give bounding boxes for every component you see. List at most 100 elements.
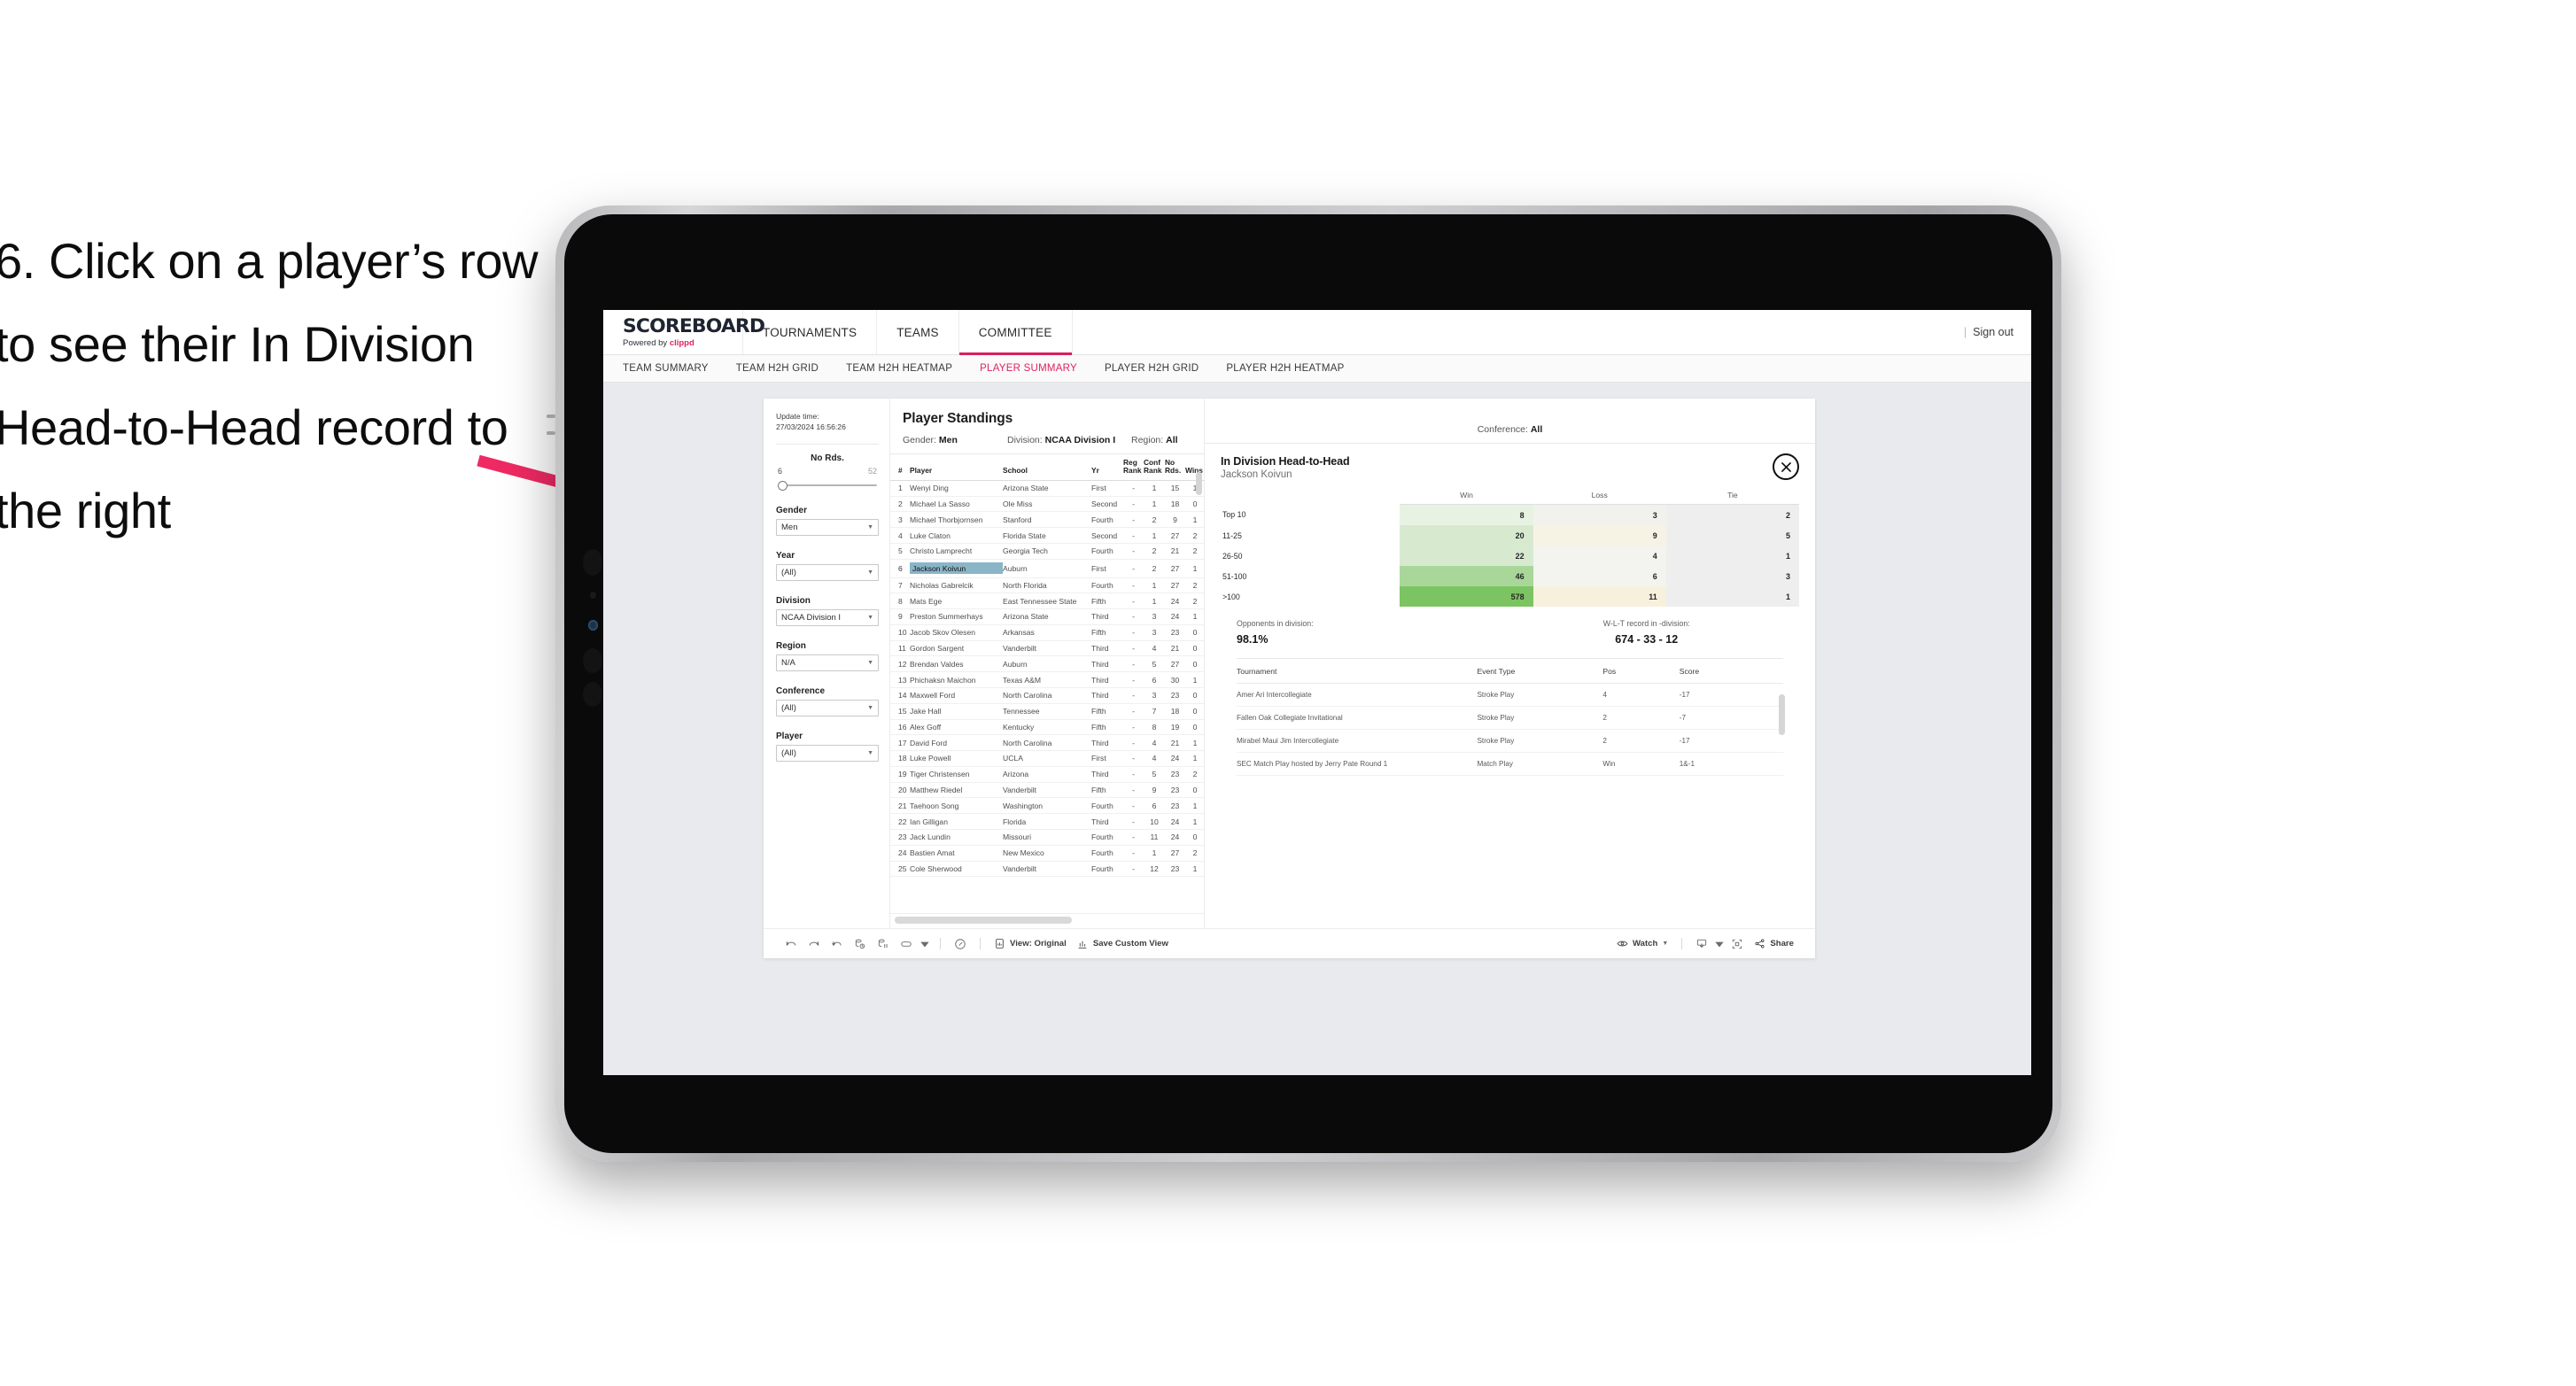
cell-conf-rank: 3 [1144, 624, 1165, 641]
cell-no-rds: 19 [1165, 719, 1185, 736]
dropdown-caret-icon[interactable] [918, 938, 932, 950]
pause-icon[interactable] [872, 938, 895, 950]
cell-no-rds: 9 [1165, 511, 1185, 529]
tournament-row[interactable]: Fallen Oak Collegiate Invitational Stroke… [1237, 706, 1783, 731]
col-no-rds[interactable]: No Rds. [1165, 454, 1185, 481]
filter-year: Year (All) ▼ [776, 551, 879, 581]
nav-item-tournaments[interactable]: TOURNAMENTS [743, 310, 878, 354]
rounds-slider[interactable] [778, 480, 877, 491]
col-tournament[interactable]: Tournament [1237, 659, 1478, 684]
table-row[interactable]: 13 Phichaksn Maichon Texas A&M Third -6 30 1 [890, 671, 1205, 688]
table-row[interactable]: 16 Alex Goff Kentucky Fifth -8 19 0 [890, 719, 1205, 736]
cell-conf-rank: 2 [1144, 559, 1165, 578]
col-rank[interactable]: # [890, 454, 910, 481]
table-row[interactable]: 14 Maxwell Ford North Carolina Third -3 23 0 [890, 687, 1205, 704]
tournament-row[interactable]: Amer Ari Intercollegiate Stroke Play 4 -17 [1237, 683, 1783, 708]
table-row[interactable]: 3 Michael Thorbjornsen Stanford Fourth -2 9 1 [890, 511, 1205, 529]
table-row[interactable]: 9 Preston Summerhays Arizona State Third -3 2… [890, 608, 1205, 625]
col-player[interactable]: Player [910, 454, 1003, 481]
table-row[interactable]: 12 Brendan Valdes Auburn Third -5 27 0 [890, 655, 1205, 673]
sign-out-link[interactable]: Sign out [1973, 326, 2013, 338]
tournament-vertical-scrollbar[interactable] [1779, 694, 1785, 735]
filter-player-select[interactable]: (All) ▼ [776, 744, 879, 762]
filter-summary-conference: Conference: All [1205, 399, 1815, 443]
wlt-value: 674 - 33 - 12 [1615, 633, 1679, 646]
chevron-down-icon: ▼ [867, 523, 873, 530]
highlight-icon[interactable] [895, 938, 918, 950]
col-reg-rank[interactable]: Reg Rank [1123, 454, 1144, 481]
undo-icon[interactable] [780, 938, 803, 950]
tab-team-h2h-heatmap[interactable]: TEAM H2H HEATMAP [846, 363, 952, 374]
col-school[interactable]: School [1003, 454, 1091, 481]
watch-button[interactable]: Watch ▼ [1611, 938, 1673, 949]
cell-wins: 0 [1185, 703, 1205, 720]
cell-player: Cole Sherwood [910, 861, 1003, 878]
table-row[interactable]: 18 Luke Powell UCLA First -4 24 1 [890, 750, 1205, 767]
table-row[interactable]: 4 Luke Claton Florida State Second -1 27 2 [890, 527, 1205, 544]
table-row[interactable]: 7 Nicholas Gabrelcik North Florida Fourth -1… [890, 577, 1205, 594]
col-score[interactable]: Score [1679, 659, 1783, 684]
tournament-row[interactable]: SEC Match Play hosted by Jerry Pate Roun… [1237, 752, 1783, 777]
table-horizontal-scrollbar[interactable] [895, 917, 1072, 924]
table-row[interactable]: 23 Jack Lundin Missouri Fourth -11 24 0 [890, 829, 1205, 846]
table-row[interactable]: 11 Gordon Sargent Vanderbilt Third -4 21 0 [890, 640, 1205, 657]
save-custom-view-button[interactable]: Save Custom View [1072, 938, 1174, 949]
table-row[interactable]: 25 Cole Sherwood Vanderbilt Fourth -12 23 1 [890, 861, 1205, 878]
filter-gender-select[interactable]: Men ▼ [776, 518, 879, 536]
cell-school: Florida [1003, 813, 1091, 830]
filter-year-select[interactable]: (All) ▼ [776, 563, 879, 581]
cell-yr: Third [1091, 655, 1123, 673]
tab-player-h2h-grid[interactable]: PLAYER H2H GRID [1105, 363, 1199, 374]
col-yr[interactable]: Yr [1091, 454, 1123, 481]
table-row[interactable]: 19 Tiger Christensen Arizona Third -5 23 2 [890, 766, 1205, 783]
view-original-button[interactable]: View: Original [989, 938, 1072, 949]
col-pos[interactable]: Pos [1602, 659, 1680, 684]
tournament-row[interactable]: Mirabel Maui Jim Intercollegiate Stroke P… [1237, 729, 1783, 754]
table-row[interactable]: 24 Bastien Amat New Mexico Fourth -1 27 2 [890, 845, 1205, 862]
table-row[interactable]: 15 Jake Hall Tennessee Fifth -7 18 0 [890, 703, 1205, 720]
col-event-type[interactable]: Event Type [1477, 659, 1603, 684]
table-row[interactable]: 21 Taehoon Song Washington Fourth -6 23 1 [890, 797, 1205, 815]
share-button[interactable]: Share [1749, 938, 1799, 949]
filter-conference-select[interactable]: (All) ▼ [776, 699, 879, 716]
filter-summary-division-label: Division: [1007, 435, 1045, 445]
cell-yr: Third [1091, 734, 1123, 752]
tab-team-h2h-grid[interactable]: TEAM H2H GRID [736, 363, 819, 374]
revert-icon[interactable] [826, 938, 849, 950]
cell-yr: First [1091, 480, 1123, 497]
table-row[interactable]: 8 Mats Ege East Tennessee State Fifth -1 24 2 [890, 592, 1205, 610]
table-row[interactable]: 17 David Ford North Carolina Third -4 21 1 [890, 734, 1205, 752]
refresh-data-icon[interactable] [849, 938, 872, 950]
fullscreen-icon[interactable] [1726, 938, 1749, 950]
download-icon[interactable] [1690, 938, 1713, 950]
table-row[interactable]: 22 Ian Gilligan Florida Third -10 24 1 [890, 813, 1205, 830]
filter-region-select[interactable]: N/A ▼ [776, 654, 879, 671]
dropdown-caret-icon[interactable] [1713, 938, 1726, 950]
app-logo[interactable]: SCOREBOARD Powered by clippd [603, 310, 765, 354]
alerts-icon[interactable] [949, 938, 972, 950]
slider-handle[interactable] [778, 480, 788, 491]
table-vertical-scrollbar[interactable] [1196, 472, 1202, 495]
tab-player-h2h-heatmap[interactable]: PLAYER H2H HEATMAP [1226, 363, 1344, 374]
cell-school: Kentucky [1003, 719, 1091, 736]
table-row[interactable]: 10 Jacob Skov Olesen Arkansas Fifth -3 23 0 [890, 624, 1205, 641]
table-row[interactable]: 2 Michael La Sasso Ole Miss Second -1 18 0 [890, 496, 1205, 513]
cell-school: North Carolina [1003, 687, 1091, 704]
table-row[interactable]: 6 Jackson Koivun Auburn First -2 27 1 [890, 559, 1205, 578]
cell-rank: 25 [890, 861, 910, 878]
filter-gender-label: Gender [776, 505, 808, 515]
tab-player-summary[interactable]: PLAYER SUMMARY [980, 363, 1077, 374]
close-circle-icon[interactable] [1773, 453, 1799, 480]
redo-icon[interactable] [803, 938, 826, 950]
table-row[interactable]: 20 Matthew Riedel Vanderbilt Fifth -9 23 0 [890, 782, 1205, 799]
col-conf-rank[interactable]: Conf Rank [1144, 454, 1165, 481]
tab-team-summary[interactable]: TEAM SUMMARY [623, 363, 709, 374]
nav-item-teams[interactable]: TEAMS [877, 310, 959, 354]
nav-item-committee[interactable]: COMMITTEE [958, 310, 1073, 355]
table-row[interactable]: 1 Wenyi Ding Arizona State First -1 15 1 [890, 480, 1205, 497]
cell-conf-rank: 1 [1144, 480, 1165, 497]
filter-division-select[interactable]: NCAA Division I ▼ [776, 608, 879, 626]
table-row[interactable]: 5 Christo Lamprecht Georgia Tech Fourth -2 21… [890, 543, 1205, 560]
cell-wins: 2 [1185, 577, 1205, 594]
dashboard-card: Update time: 27/03/2024 16:56:26 No Rds.… [764, 399, 1815, 958]
